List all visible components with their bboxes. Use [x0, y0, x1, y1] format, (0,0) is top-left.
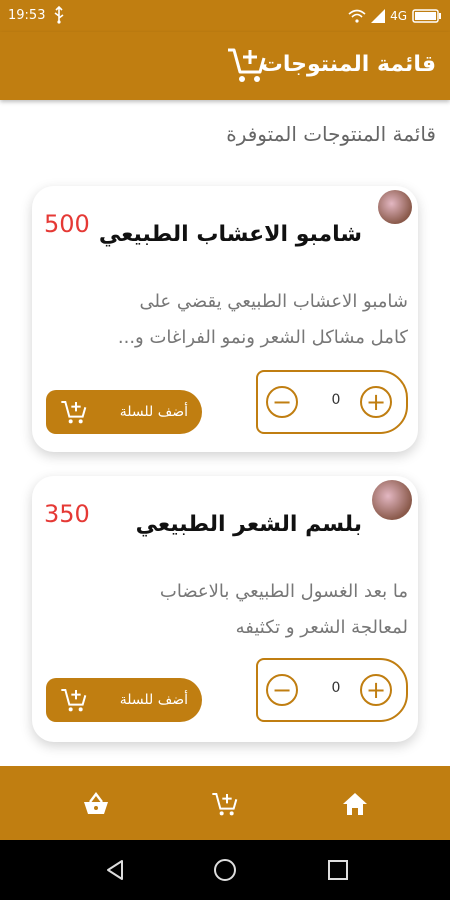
home-circle-icon[interactable] [213, 858, 237, 882]
add-to-cart-icon [61, 689, 87, 712]
increase-button[interactable]: + [360, 674, 392, 706]
product-description: ما بعد الغسول الطبيعي بالاعضاب لمعالجة ا… [159, 581, 408, 638]
basket-icon[interactable] [82, 790, 110, 818]
product-thumbnail[interactable] [378, 190, 412, 224]
app-bar: قائمة المنتوجات [0, 32, 450, 100]
product-card: 500 شامبو الاعشاب الطبيعي شامبو الاعشاب … [32, 186, 418, 452]
signal-icon [371, 9, 386, 23]
add-to-cart-button[interactable]: أضف للسلة [46, 390, 202, 434]
increase-button[interactable]: + [360, 386, 392, 418]
usb-icon [54, 6, 64, 24]
system-navigation-bar [0, 840, 450, 900]
quantity-stepper: − 0 + [256, 658, 408, 722]
status-bar: 19:53 4G [0, 0, 450, 32]
decrease-button[interactable]: − [266, 386, 298, 418]
add-to-cart-icon[interactable] [211, 790, 239, 818]
quantity-stepper: − 0 + [256, 370, 408, 434]
product-price: 500 [44, 210, 90, 238]
add-to-cart-label: أضف للسلة [119, 404, 188, 420]
product-name: بلسم الشعر الطبيعي [135, 512, 362, 537]
product-price: 350 [44, 500, 90, 528]
back-icon[interactable] [103, 858, 127, 882]
decrease-button[interactable]: − [266, 674, 298, 706]
wifi-icon [348, 9, 366, 23]
add-to-cart-button[interactable]: أضف للسلة [46, 678, 202, 722]
product-name: شامبو الاعشاب الطبيعي [98, 222, 362, 247]
add-to-cart-icon [61, 401, 87, 424]
section-title: قائمة المنتوجات المتوفرة [226, 122, 436, 146]
add-to-cart-label: أضف للسلة [119, 692, 188, 708]
product-description: شامبو الاعشاب الطبيعي يقضي على كامل مشاك… [117, 291, 408, 348]
quantity-value: 0 [331, 680, 341, 696]
quantity-value: 0 [331, 392, 341, 408]
product-card: 350 بلسم الشعر الطبيعي ما بعد الغسول الط… [32, 476, 418, 742]
home-icon[interactable] [341, 790, 369, 818]
network-type: 4G [390, 9, 407, 23]
page-title: قائمة المنتوجات [260, 52, 436, 77]
battery-icon [412, 9, 441, 23]
product-thumbnail[interactable] [372, 480, 412, 520]
status-time: 19:53 [8, 8, 46, 23]
bottom-navigation [0, 766, 450, 840]
add-to-cart-icon[interactable] [226, 44, 268, 86]
recents-icon[interactable] [326, 858, 350, 882]
